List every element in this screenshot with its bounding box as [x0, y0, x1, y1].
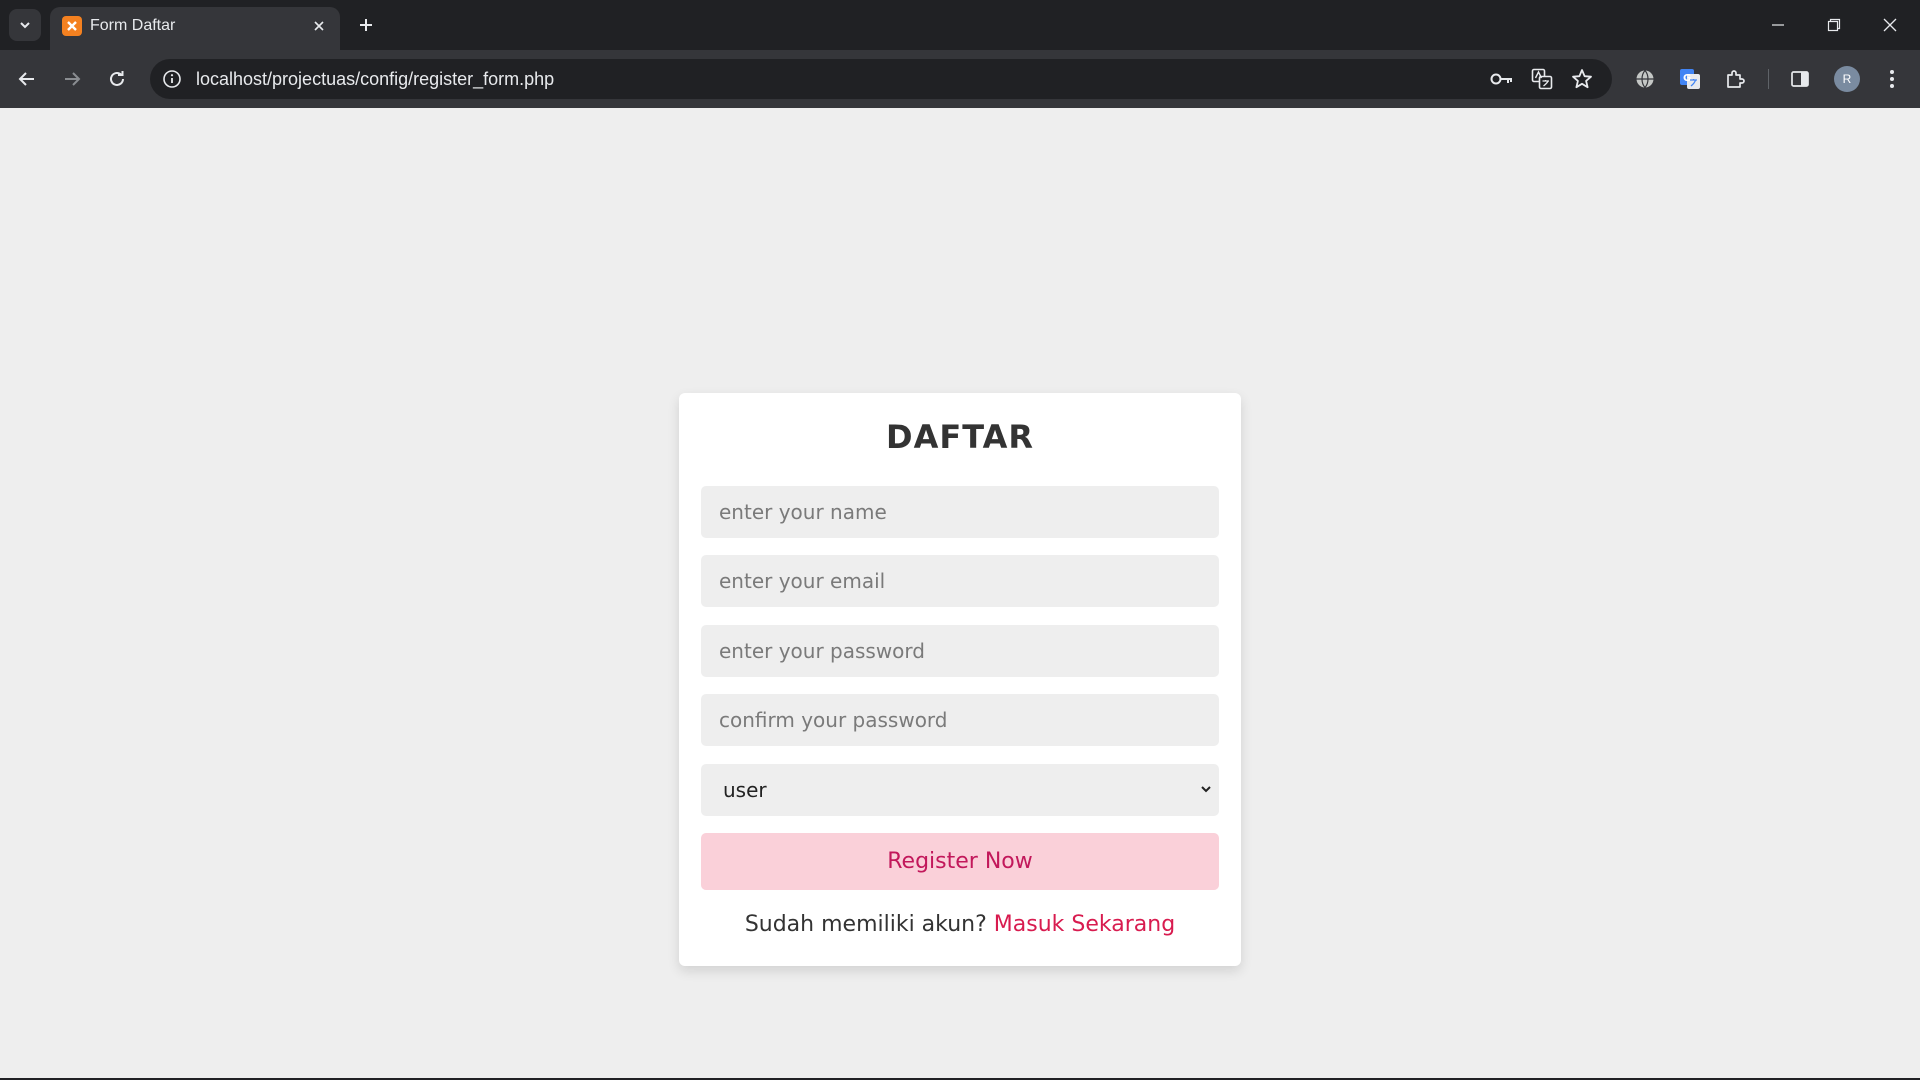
email-input[interactable] [701, 555, 1219, 607]
tab-search-button[interactable] [9, 9, 41, 41]
close-icon [1883, 18, 1897, 32]
browser-toolbar: localhost/projectuas/config/register_for… [0, 50, 1920, 108]
svg-text:G: G [1683, 73, 1691, 84]
globe-icon [1636, 70, 1654, 88]
login-prompt: Sudah memiliki akun? Masuk Sekarang [679, 911, 1241, 939]
address-url[interactable]: localhost/projectuas/config/register_for… [196, 69, 554, 89]
site-info-icon[interactable] [160, 67, 184, 91]
forward-button[interactable] [56, 63, 88, 95]
login-now-link[interactable]: Masuk Sekarang [994, 912, 1175, 937]
page-viewport: DAFTAR user Register Now Sudah memiliki … [0, 108, 1920, 1078]
minimize-icon [1772, 24, 1784, 26]
form-title: DAFTAR [886, 418, 1034, 456]
user-type-selected-value: user [723, 778, 767, 802]
confirm-password-input[interactable] [701, 694, 1219, 746]
bookmark-star-icon[interactable] [1569, 66, 1595, 92]
profile-avatar[interactable]: R [1834, 66, 1860, 92]
back-button[interactable] [11, 63, 43, 95]
translate-icon[interactable] [1529, 66, 1555, 92]
plus-icon [360, 19, 372, 31]
arrow-left-icon [18, 72, 34, 86]
minimize-button[interactable] [1750, 0, 1806, 50]
tab-strip: Form Daftar [0, 0, 1920, 50]
register-now-button[interactable]: Register Now [701, 833, 1219, 890]
google-translate-extension-button[interactable]: G [1674, 63, 1706, 95]
reload-button[interactable] [101, 63, 133, 95]
address-bar[interactable]: localhost/projectuas/config/register_for… [150, 59, 1612, 99]
restore-button[interactable] [1806, 0, 1862, 50]
close-window-button[interactable] [1862, 0, 1918, 50]
extensions-button[interactable] [1719, 63, 1751, 95]
chevron-down-icon [20, 22, 30, 29]
globe-extension-button[interactable] [1629, 63, 1661, 95]
chevron-down-icon [1201, 786, 1211, 793]
side-panel-button[interactable] [1784, 63, 1816, 95]
side-panel-icon [1791, 71, 1809, 87]
browser-tab[interactable]: Form Daftar [50, 7, 340, 50]
close-tab-icon[interactable] [308, 15, 330, 37]
reload-icon [110, 71, 124, 86]
new-tab-button[interactable] [352, 11, 380, 39]
restore-icon [1827, 18, 1841, 32]
arrow-right-icon [65, 72, 81, 86]
register-form: DAFTAR user Register Now Sudah memiliki … [679, 393, 1241, 966]
browser-menu-button[interactable] [1876, 63, 1908, 95]
user-type-select[interactable]: user [701, 764, 1219, 816]
xampp-favicon-icon [62, 16, 82, 36]
login-prompt-text: Sudah memiliki akun? [744, 912, 987, 937]
kebab-menu-icon [1890, 70, 1894, 88]
puzzle-icon [1727, 70, 1745, 88]
toolbar-separator [1768, 69, 1769, 89]
tab-title: Form Daftar [90, 17, 176, 34]
name-input[interactable] [701, 486, 1219, 538]
google-translate-icon: G [1680, 69, 1700, 89]
password-key-icon[interactable] [1489, 66, 1515, 92]
password-input[interactable] [701, 625, 1219, 677]
